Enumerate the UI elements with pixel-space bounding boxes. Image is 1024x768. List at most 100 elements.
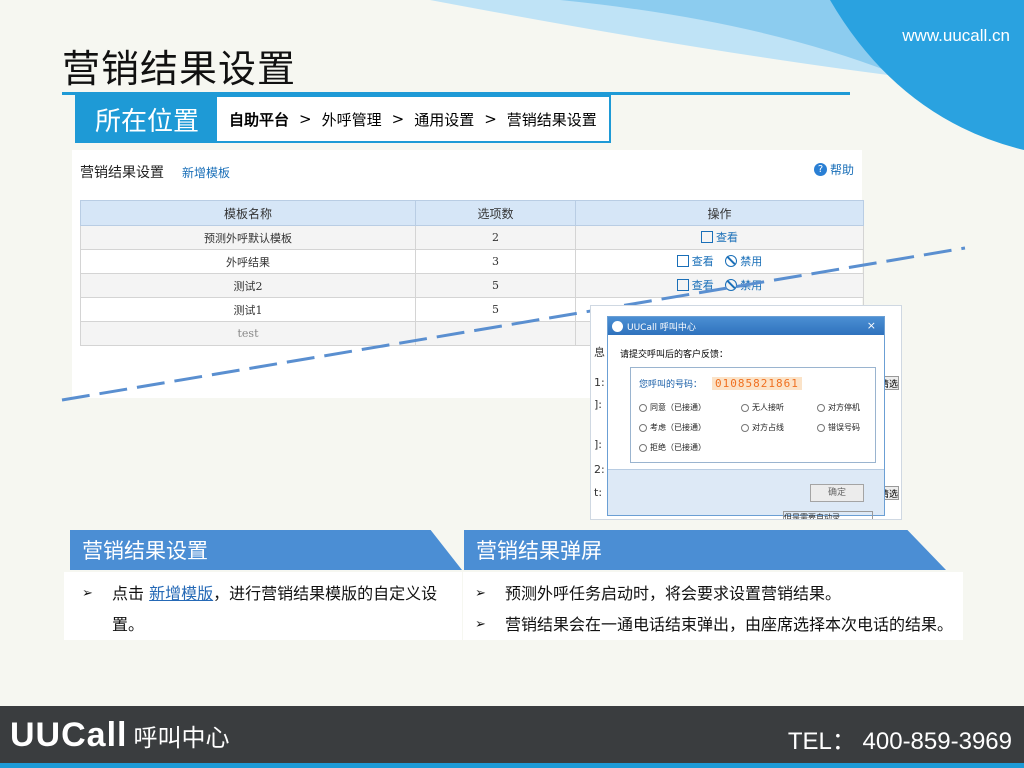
breadcrumb-item[interactable]: 外呼管理 xyxy=(322,109,382,130)
arrow-bullet-icon: ➢ xyxy=(475,617,486,632)
radio-icon xyxy=(639,443,647,452)
row-actions: 查看 禁用 xyxy=(575,249,864,274)
template-name: 测试2 xyxy=(80,273,416,298)
option-label: 拒绝（已接通） xyxy=(650,443,706,452)
brand-logo: UUCall 呼叫中心 xyxy=(10,716,229,755)
edit-icon xyxy=(676,279,689,291)
dialog-footer: 确定 xyxy=(608,469,884,515)
view-button[interactable]: 查看 xyxy=(701,229,738,245)
radio-icon xyxy=(817,403,825,412)
option-count: 5 xyxy=(415,273,576,298)
template-name: test xyxy=(80,321,416,346)
uucall-logo-icon xyxy=(612,320,623,332)
template-name: 测试1 xyxy=(80,297,416,322)
radio-icon xyxy=(639,403,647,412)
help-button[interactable]: ? 帮助 xyxy=(813,161,854,178)
option-count: 2 xyxy=(415,225,576,250)
breadcrumb-separator: > xyxy=(484,110,497,128)
option-label: 无人接听 xyxy=(752,403,784,412)
option-label: 考虑（已接通） xyxy=(650,423,706,432)
option-label: 错误号码 xyxy=(828,423,860,432)
breadcrumb-item[interactable]: 营销结果设置 xyxy=(507,109,597,130)
footer-bar: UUCall 呼叫中心 TEL： 400-859-3969 xyxy=(0,706,1024,768)
new-template-link[interactable]: 新增模版 xyxy=(149,584,213,603)
section-heading-popup: 营销结果弹屏 xyxy=(464,530,946,570)
breadcrumb-item[interactable]: 自助平台 xyxy=(229,109,289,130)
radio-icon xyxy=(741,403,749,412)
breadcrumb-separator: > xyxy=(391,110,405,128)
option-label: 对方占线 xyxy=(752,423,784,432)
radio-icon xyxy=(639,423,647,432)
bullet-text: 点击 新增模版，进行营销结果模版的自定义设置。 xyxy=(112,578,452,640)
arrow-bullet-icon: ➢ xyxy=(475,586,486,601)
column-header: 操作 xyxy=(575,200,864,226)
row-actions: 查看 xyxy=(575,225,864,250)
dialog-titlebar: UUCall 呼叫中心 × xyxy=(608,317,884,335)
location-tag: 所在位置 xyxy=(77,97,217,141)
close-icon[interactable]: × xyxy=(867,319,876,332)
edit-icon xyxy=(676,255,689,267)
form-label-fragment: ]: xyxy=(594,438,602,451)
column-header: 模板名称 xyxy=(80,200,416,226)
panel-title: 营销结果设置 xyxy=(80,165,164,181)
option-busy[interactable]: 对方占线 xyxy=(741,422,784,433)
list-item: ➢ 营销结果会在一通电话结束弹出，由座席选择本次电话的结果。 xyxy=(475,609,953,640)
disable-label: 禁用 xyxy=(740,255,763,268)
brand-subtitle: 呼叫中心 xyxy=(133,724,230,752)
option-no-answer[interactable]: 无人接听 xyxy=(741,402,784,413)
dialog-title: UUCall 呼叫中心 xyxy=(627,322,696,333)
radio-icon xyxy=(817,423,825,432)
row-actions: 查看 禁用 xyxy=(575,273,864,298)
option-agree[interactable]: 同意（已接通） xyxy=(639,402,706,413)
number-value: 01085821861 xyxy=(712,377,802,390)
help-label: 帮助 xyxy=(829,163,854,177)
option-wrong-number[interactable]: 错误号码 xyxy=(817,422,860,433)
form-label-fragment: 1: xyxy=(594,376,605,389)
ban-icon xyxy=(725,255,738,267)
form-label-fragment: ]: xyxy=(594,398,602,411)
disable-button[interactable]: 禁用 xyxy=(725,253,762,269)
background-text-fragment: 但是需要自动录 xyxy=(783,511,873,519)
view-label: 查看 xyxy=(691,255,714,268)
option-refuse[interactable]: 拒绝（已接通） xyxy=(639,442,706,453)
panel-header: 营销结果设置 新增模板 xyxy=(80,162,230,182)
bullet-text: 营销结果会在一通电话结束弹出，由座席选择本次电话的结果。 xyxy=(505,615,954,634)
option-consider[interactable]: 考虑（已接通） xyxy=(639,422,706,433)
disable-button[interactable]: 禁用 xyxy=(725,277,762,293)
popup-screenshot: 息 1: ]: ]: 2: t: 请选 请选 UUCall 呼叫中心 × 请提交… xyxy=(590,305,902,520)
feedback-dialog: UUCall 呼叫中心 × 请提交呼叫后的客户反馈： 您呼叫的号码： 01085… xyxy=(607,316,885,516)
option-suspended[interactable]: 对方停机 xyxy=(817,402,860,413)
footer-stripe xyxy=(0,763,1024,768)
dialog-body: 请提交呼叫后的客户反馈： 您呼叫的号码： 01085821861 同意（已接通）… xyxy=(608,335,884,469)
table-row: 预测外呼默认模板 2 查看 xyxy=(80,225,864,250)
popup-description: ➢ 预测外呼任务启动时，将会要求设置营销结果。 ➢ 营销结果会在一通电话结束弹出… xyxy=(463,572,963,640)
template-name: 预测外呼默认模板 xyxy=(80,225,416,250)
called-number: 您呼叫的号码： 01085821861 xyxy=(639,377,802,390)
option-label: 对方停机 xyxy=(828,403,860,412)
view-button[interactable]: 查看 xyxy=(676,253,714,269)
feedback-options-box: 您呼叫的号码： 01085821861 同意（已接通） 无人接听 对方停机 考虑… xyxy=(630,367,876,463)
site-url[interactable]: www.uucall.cn xyxy=(902,26,1010,46)
bullet-prefix: 点击 xyxy=(112,584,145,603)
add-template-link[interactable]: 新增模板 xyxy=(182,164,230,181)
option-count: 3 xyxy=(415,249,576,274)
breadcrumb-path: 自助平台 > 外呼管理 > 通用设置 > 营销结果设置 xyxy=(217,97,609,141)
form-label-fragment: 2: xyxy=(594,463,605,476)
table-row: 测试2 5 查看 禁用 xyxy=(80,273,864,298)
page-title: 营销结果设置 xyxy=(62,47,297,91)
confirm-button[interactable]: 确定 xyxy=(810,484,864,502)
table-row: 外呼结果 3 查看 禁用 xyxy=(80,249,864,274)
settings-description: ➢ 点击 新增模版，进行营销结果模版的自定义设置。 xyxy=(64,572,462,640)
column-header: 选项数 xyxy=(415,200,576,226)
option-label: 同意（已接通） xyxy=(650,403,706,412)
arrow-bullet-icon: ➢ xyxy=(82,586,93,601)
view-button[interactable]: 查看 xyxy=(676,277,714,293)
option-count xyxy=(415,321,576,346)
view-label: 查看 xyxy=(691,279,714,292)
template-name: 外呼结果 xyxy=(80,249,416,274)
radio-icon xyxy=(741,423,749,432)
list-item: ➢ 点击 新增模版，进行营销结果模版的自定义设置。 xyxy=(82,578,452,640)
breadcrumb-item[interactable]: 通用设置 xyxy=(414,109,474,130)
section-heading-settings: 营销结果设置 xyxy=(70,530,462,570)
form-label-fragment: t: xyxy=(594,486,603,499)
